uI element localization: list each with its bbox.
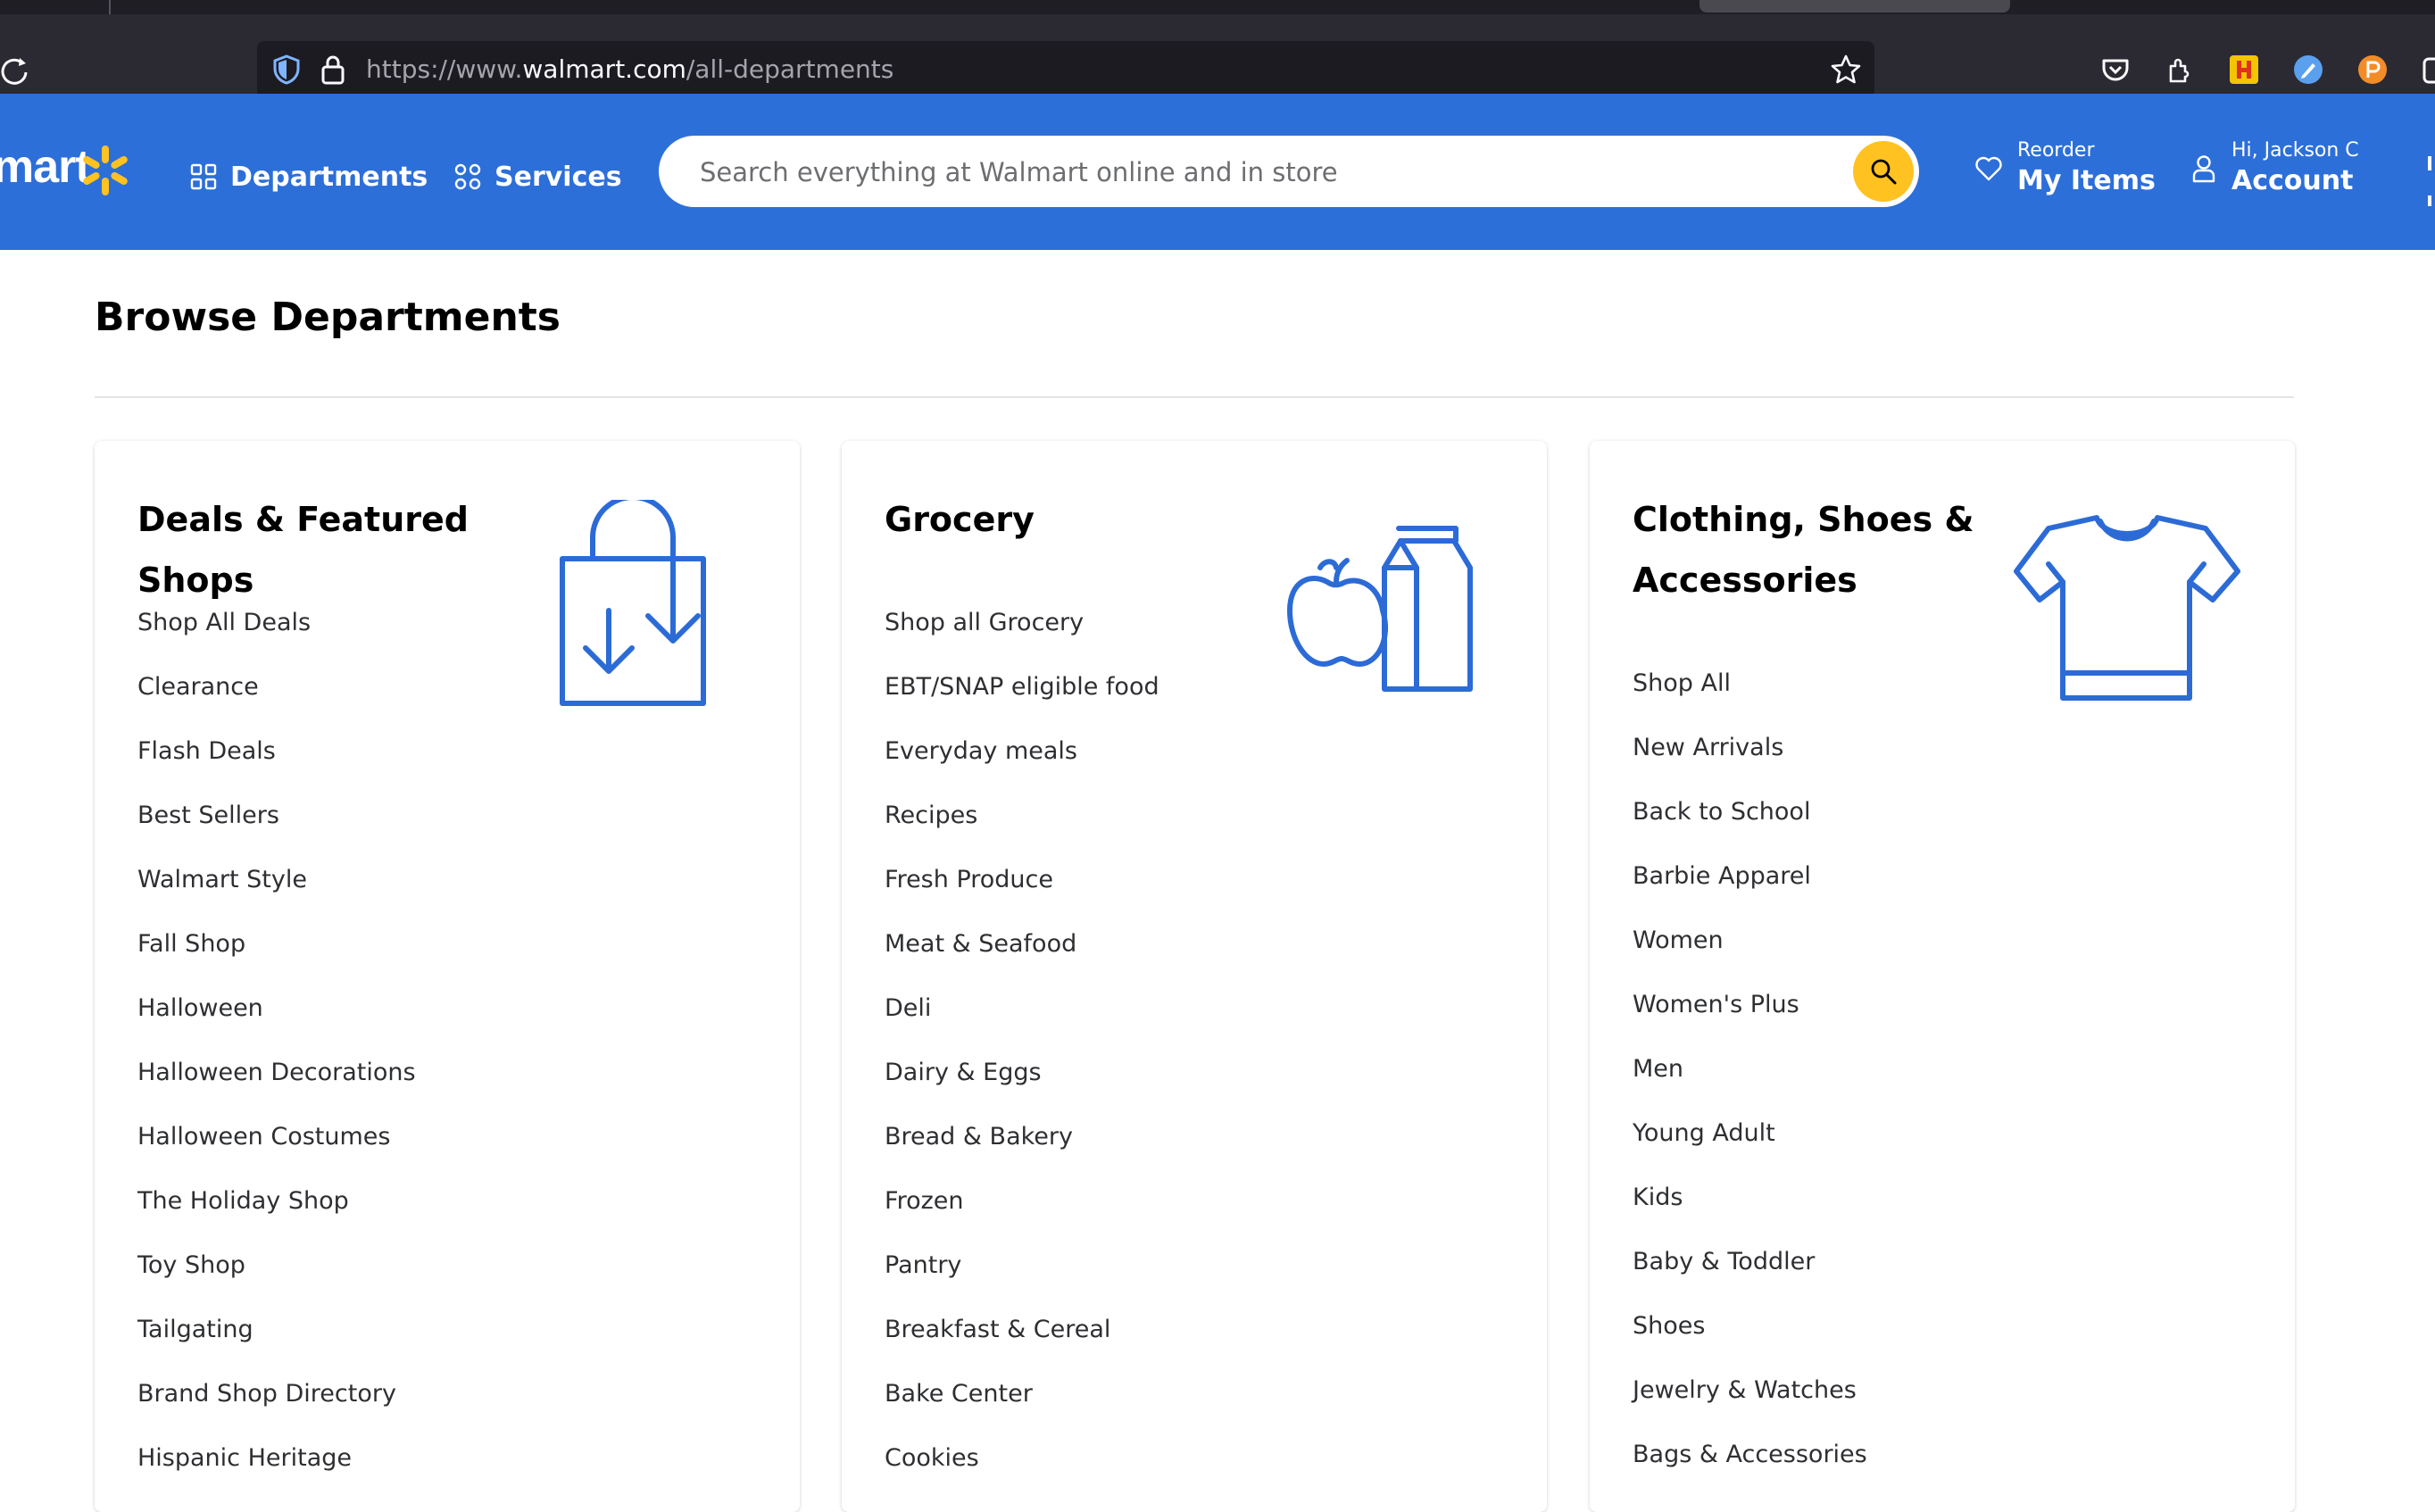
list-item[interactable]: Back to School <box>1633 794 1867 859</box>
account-text: Account <box>2231 165 2354 196</box>
account-link[interactable]: Hi, Jackson C Account <box>2190 138 2359 199</box>
card-title[interactable]: Grocery <box>885 489 1286 550</box>
url-path: /all-departments <box>686 54 894 84</box>
list-item[interactable]: Halloween Decorations <box>137 1055 416 1119</box>
list-item[interactable]: Halloween Costumes <box>137 1119 416 1184</box>
departments-label: Departments <box>230 161 428 193</box>
lock-icon[interactable] <box>320 54 346 86</box>
list-item[interactable]: Shop all Grocery <box>885 605 1159 669</box>
list-item[interactable]: Fall Shop <box>137 926 416 991</box>
services-button[interactable]: Services <box>453 147 622 206</box>
list-item[interactable]: Bread & Bakery <box>885 1119 1159 1184</box>
list-item[interactable]: Hispanic Heritage <box>137 1441 416 1505</box>
clothing-link-list: Shop All New Arrivals Back to School Bar… <box>1633 666 1867 1501</box>
list-item[interactable]: Kids <box>1633 1180 1867 1244</box>
list-item[interactable]: Everyday meals <box>885 734 1159 798</box>
department-card-deals: Deals & Featured Shops Shop All Deals Cl… <box>95 441 800 1512</box>
department-card-grocery: Grocery Shop all Grocery EBT/SNAP eligib… <box>842 441 1547 1512</box>
list-item[interactable]: Shoes <box>1633 1308 1867 1373</box>
list-item[interactable]: Cookies <box>885 1441 1159 1505</box>
list-item[interactable]: New Arrivals <box>1633 730 1867 794</box>
account-greeting: Hi, Jackson C <box>2231 139 2359 162</box>
search-button[interactable] <box>1853 141 1914 202</box>
list-item[interactable]: Jewelry & Watches <box>1633 1373 1867 1437</box>
list-item[interactable]: Breakfast & Cereal <box>885 1312 1159 1376</box>
list-item[interactable]: Deli <box>885 991 1159 1055</box>
departments-button[interactable]: Departments <box>189 147 428 206</box>
walmart-header: mart Departments Services Search everyth… <box>0 94 2435 250</box>
list-item[interactable]: Women's Plus <box>1633 987 1867 1051</box>
url-domain: walmart.com <box>522 54 686 84</box>
list-item[interactable]: Walmart Style <box>137 862 416 926</box>
url-text[interactable]: https://www.walmart.com/all-departments <box>366 41 893 98</box>
list-item[interactable]: Best Sellers <box>137 798 416 862</box>
department-card-clothing: Clothing, Shoes & Accessories Shop All N… <box>1590 441 2295 1512</box>
walmart-spark-icon[interactable] <box>77 142 134 199</box>
my-items-text: My Items <box>2017 165 2156 196</box>
pocket-icon[interactable] <box>2099 54 2132 86</box>
list-item[interactable]: Meat & Seafood <box>885 926 1159 991</box>
list-item[interactable]: Shop All Deals <box>137 605 416 669</box>
list-item[interactable]: The Holiday Shop <box>137 1184 416 1248</box>
list-item[interactable]: Bake Center <box>885 1376 1159 1441</box>
bookmark-star-icon[interactable] <box>1830 54 1862 86</box>
list-item[interactable]: Recipes <box>885 798 1159 862</box>
address-bar[interactable]: https://www.walmart.com/all-departments <box>257 41 1874 98</box>
url-prefix: https://www. <box>366 54 523 84</box>
deals-link-list: Shop All Deals Clearance Flash Deals Bes… <box>137 605 416 1505</box>
list-item[interactable]: Toy Shop <box>137 1248 416 1312</box>
list-item[interactable]: Fresh Produce <box>885 862 1159 926</box>
card-title[interactable]: Deals & Featured Shops <box>137 489 539 611</box>
list-item[interactable]: Brand Shop Directory <box>137 1376 416 1441</box>
browser-tab-strip <box>0 0 2435 18</box>
services-label: Services <box>494 161 622 193</box>
page-title: Browse Departments <box>95 295 561 340</box>
cart-icon-edge[interactable] <box>2428 156 2431 210</box>
divider <box>95 396 2294 398</box>
reorder-my-items-link[interactable]: Reorder My Items <box>1974 138 2156 199</box>
shield-icon[interactable] <box>271 54 302 86</box>
list-item[interactable]: Dairy & Eggs <box>885 1055 1159 1119</box>
reorder-small-text: Reorder <box>2017 139 2095 162</box>
card-title[interactable]: Clothing, Shoes & Accessories <box>1633 489 2034 611</box>
shopping-bag-icon <box>560 500 706 706</box>
search-input[interactable] <box>698 136 1808 209</box>
overflow-icon[interactable] <box>2421 54 2435 86</box>
grid-icon <box>190 163 217 190</box>
list-item[interactable]: Clearance <box>137 669 416 734</box>
list-item[interactable]: Shop All <box>1633 666 1867 730</box>
grocery-link-list: Shop all Grocery EBT/SNAP eligible food … <box>885 605 1159 1505</box>
list-item[interactable]: Baby & Toddler <box>1633 1244 1867 1308</box>
list-item[interactable]: Bags & Accessories <box>1633 1437 1867 1501</box>
person-icon <box>2192 155 2215 183</box>
browser-toolbar: https://www.walmart.com/all-departments <box>0 14 2435 98</box>
search-icon <box>1871 159 1897 185</box>
list-item[interactable]: Halloween <box>137 991 416 1055</box>
list-item[interactable]: Tailgating <box>137 1312 416 1376</box>
list-item[interactable]: Frozen <box>885 1184 1159 1248</box>
extensions-puzzle-icon[interactable] <box>2164 54 2196 86</box>
list-item[interactable]: EBT/SNAP eligible food <box>885 669 1159 734</box>
list-item[interactable]: Pantry <box>885 1248 1159 1312</box>
browser-tab[interactable] <box>1700 0 2010 12</box>
list-item[interactable]: Men <box>1633 1051 1867 1116</box>
list-item[interactable]: Women <box>1633 923 1867 987</box>
pencil-extension-icon[interactable] <box>2292 54 2324 86</box>
p-extension-icon[interactable] <box>2356 54 2389 86</box>
list-item[interactable]: Young Adult <box>1633 1116 1867 1180</box>
honey-extension-icon[interactable] <box>2228 54 2260 86</box>
list-item[interactable]: Barbie Apparel <box>1633 859 1867 923</box>
apple-milk-icon <box>1287 526 1473 692</box>
tshirt-icon <box>2014 515 2240 701</box>
heart-icon <box>1975 156 2002 181</box>
services-circles-icon <box>454 163 481 190</box>
search-bar <box>659 136 1919 209</box>
list-item[interactable]: Flash Deals <box>137 734 416 798</box>
reload-icon[interactable] <box>0 55 30 86</box>
